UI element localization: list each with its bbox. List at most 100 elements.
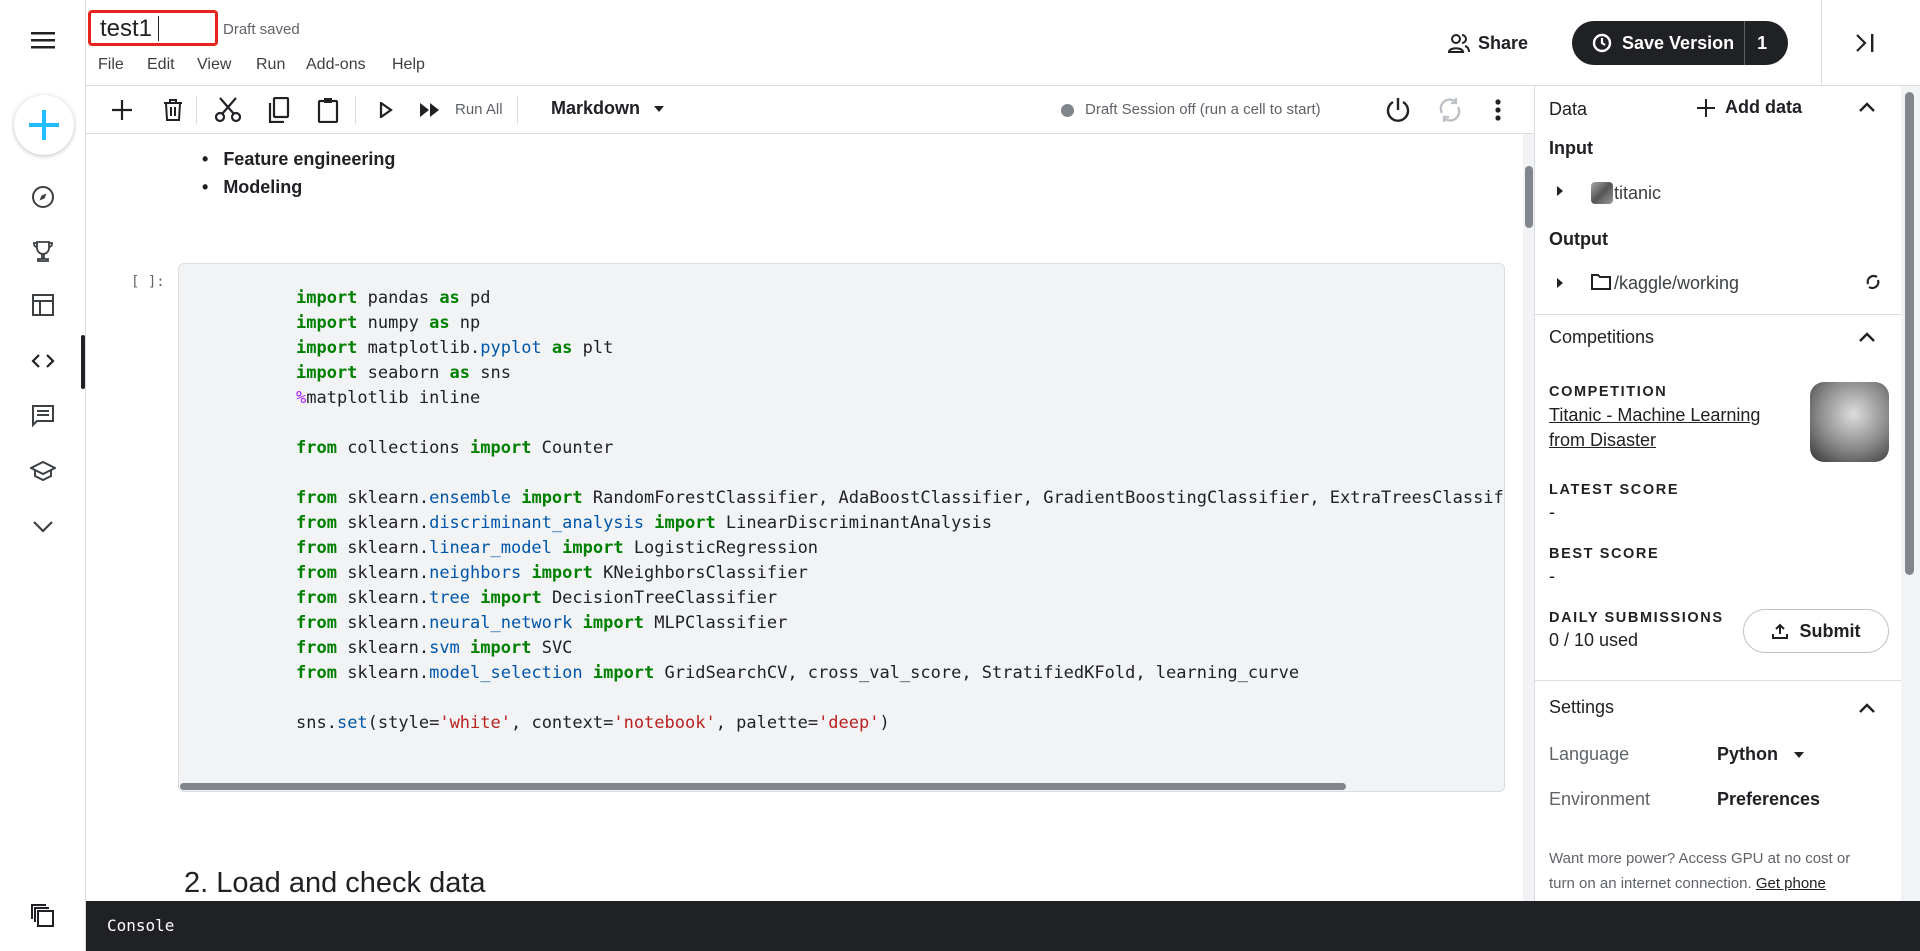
- refresh-icon[interactable]: [1865, 274, 1881, 290]
- version-count: 1: [1757, 32, 1768, 53]
- expand-arrow-icon[interactable]: [1557, 186, 1563, 196]
- code-line: sns.set(style='white', context='notebook…: [296, 713, 890, 733]
- cell-type-select[interactable]: Markdown: [551, 98, 665, 119]
- draft-status: Draft saved: [223, 21, 300, 38]
- session-status: Draft Session off (run a cell to start): [1085, 101, 1321, 118]
- code-cell[interactable]: import pandas as pd import numpy as np imp…: [178, 263, 1505, 792]
- notebook-title: test1: [100, 15, 153, 42]
- notebook-toolbar: Run All Markdown Draft Session off (run …: [86, 86, 1534, 134]
- language-label: Language: [1549, 744, 1630, 764]
- code-line: from sklearn.tree import DecisionTreeCla…: [296, 588, 778, 608]
- list-item: • Feature engineering: [202, 149, 396, 169]
- chevron-down-icon[interactable]: [30, 514, 56, 540]
- notebook-title-input[interactable]: test1: [88, 10, 218, 46]
- dataset-thumbnail: [1591, 182, 1613, 204]
- code-line: from sklearn.svm import SVC: [296, 638, 573, 658]
- upload-icon: [1771, 623, 1788, 639]
- compass-icon[interactable]: [30, 184, 56, 210]
- caret-down-icon: [654, 105, 665, 112]
- scrollbar-thumb[interactable]: [180, 783, 1346, 790]
- vertical-scrollbar[interactable]: [1523, 134, 1534, 901]
- delete-icon[interactable]: [161, 98, 185, 122]
- cell-prompt: [ ]:: [131, 274, 165, 290]
- copy-icon[interactable]: [266, 97, 292, 123]
- code-line: %matplotlib inline: [296, 388, 481, 408]
- collapse-panel-icon[interactable]: [1852, 30, 1878, 56]
- best-score-caption: BEST SCORE: [1549, 546, 1660, 562]
- menu-run[interactable]: Run: [256, 56, 285, 74]
- session-status-dot: [1061, 104, 1074, 117]
- school-icon[interactable]: [30, 458, 56, 484]
- active-indicator: [81, 335, 85, 389]
- plus-icon: [29, 110, 59, 140]
- right-panel: Data Add data Input titanic Output /kagg…: [1534, 86, 1920, 901]
- power-icon[interactable]: [1384, 96, 1412, 124]
- daily-submissions-value: 0 / 10 used: [1549, 630, 1639, 650]
- menu-icon[interactable]: [28, 28, 58, 52]
- paste-icon[interactable]: [315, 97, 341, 123]
- more-options-icon[interactable]: [1486, 96, 1510, 124]
- output-folder[interactable]: /kaggle/working: [1614, 273, 1739, 294]
- menu-add-ons[interactable]: Add-ons: [306, 56, 366, 74]
- create-button[interactable]: [14, 95, 74, 155]
- menu-edit[interactable]: Edit: [147, 56, 175, 74]
- get-phone-link[interactable]: Get phone: [1756, 875, 1826, 892]
- chevron-up-icon[interactable]: [1859, 102, 1875, 112]
- share-button[interactable]: Share: [1448, 28, 1528, 58]
- language-select[interactable]: Python: [1717, 744, 1804, 765]
- horizontal-scrollbar[interactable]: [179, 781, 1504, 791]
- left-sidebar: [0, 0, 86, 951]
- right-panel-scrollbar[interactable]: [1901, 86, 1920, 901]
- cut-icon[interactable]: [215, 97, 241, 123]
- daily-submissions-caption: DAILY SUBMISSIONS: [1549, 610, 1724, 626]
- text-cursor: [158, 16, 159, 41]
- markdown-bullet-list: • Feature engineering • Modeling: [202, 145, 395, 201]
- environment-label: Environment: [1549, 789, 1651, 809]
- section-heading: 2. Load and check data: [184, 867, 486, 899]
- input-dataset[interactable]: titanic: [1614, 183, 1661, 204]
- trophy-icon[interactable]: [30, 238, 56, 264]
- code-icon[interactable]: [30, 348, 56, 374]
- competition-thumbnail: [1810, 382, 1889, 462]
- people-icon: [1448, 34, 1470, 53]
- menu-help[interactable]: Help: [392, 56, 425, 74]
- header: test1 Draft saved File Edit View Run Add…: [86, 0, 1920, 86]
- chevron-up-icon[interactable]: [1859, 332, 1875, 342]
- code-line: from sklearn.discriminant_analysis impor…: [296, 513, 993, 533]
- console-bar[interactable]: Console: [86, 901, 1920, 951]
- run-all-button[interactable]: Run All: [455, 101, 503, 118]
- code-line: from sklearn.neural_network import MLPCl…: [296, 613, 788, 633]
- list-item: • Modeling: [202, 177, 303, 197]
- add-cell-icon[interactable]: [110, 98, 134, 122]
- run-cell-icon[interactable]: [376, 100, 396, 120]
- folder-icon: [1591, 274, 1611, 290]
- scrollbar-thumb[interactable]: [1525, 166, 1533, 228]
- chevron-up-icon[interactable]: [1859, 703, 1875, 713]
- save-version-button[interactable]: Save Version 1: [1572, 21, 1788, 65]
- notebook-area: · • Feature engineering • Modeling [ ]: …: [86, 134, 1534, 901]
- plus-icon: [1697, 98, 1715, 117]
- save-version-label: Save Version: [1622, 32, 1735, 53]
- menu-view[interactable]: View: [197, 56, 231, 74]
- comments-icon[interactable]: [30, 403, 56, 429]
- competition-caption: COMPETITION: [1549, 384, 1668, 400]
- code-line: from sklearn.linear_model import Logisti…: [296, 538, 819, 558]
- restart-icon: [1436, 96, 1464, 124]
- copy-windows-icon[interactable]: [30, 903, 56, 929]
- code-line: from collections import Counter: [296, 438, 614, 458]
- table-icon[interactable]: [30, 292, 56, 318]
- input-label: Input: [1549, 138, 1593, 158]
- submit-button[interactable]: Submit: [1743, 609, 1889, 653]
- scrollbar-thumb[interactable]: [1905, 92, 1914, 575]
- run-all-icon[interactable]: [418, 100, 442, 120]
- power-promo: Want more power? Access GPU at no cost o…: [1549, 850, 1851, 892]
- menu-file[interactable]: File: [98, 56, 124, 74]
- code-line: from sklearn.neighbors import KNeighbors…: [296, 563, 808, 583]
- console-label: Console: [107, 916, 175, 935]
- data-section-title: Data: [1549, 99, 1588, 119]
- expand-arrow-icon[interactable]: [1557, 278, 1563, 288]
- add-data-button[interactable]: Add data: [1697, 97, 1802, 118]
- caret-down-icon: [1794, 751, 1804, 758]
- competition-link[interactable]: Titanic - Machine Learning from Disaster: [1549, 403, 1760, 453]
- environment-preferences-button[interactable]: Preferences: [1717, 789, 1820, 810]
